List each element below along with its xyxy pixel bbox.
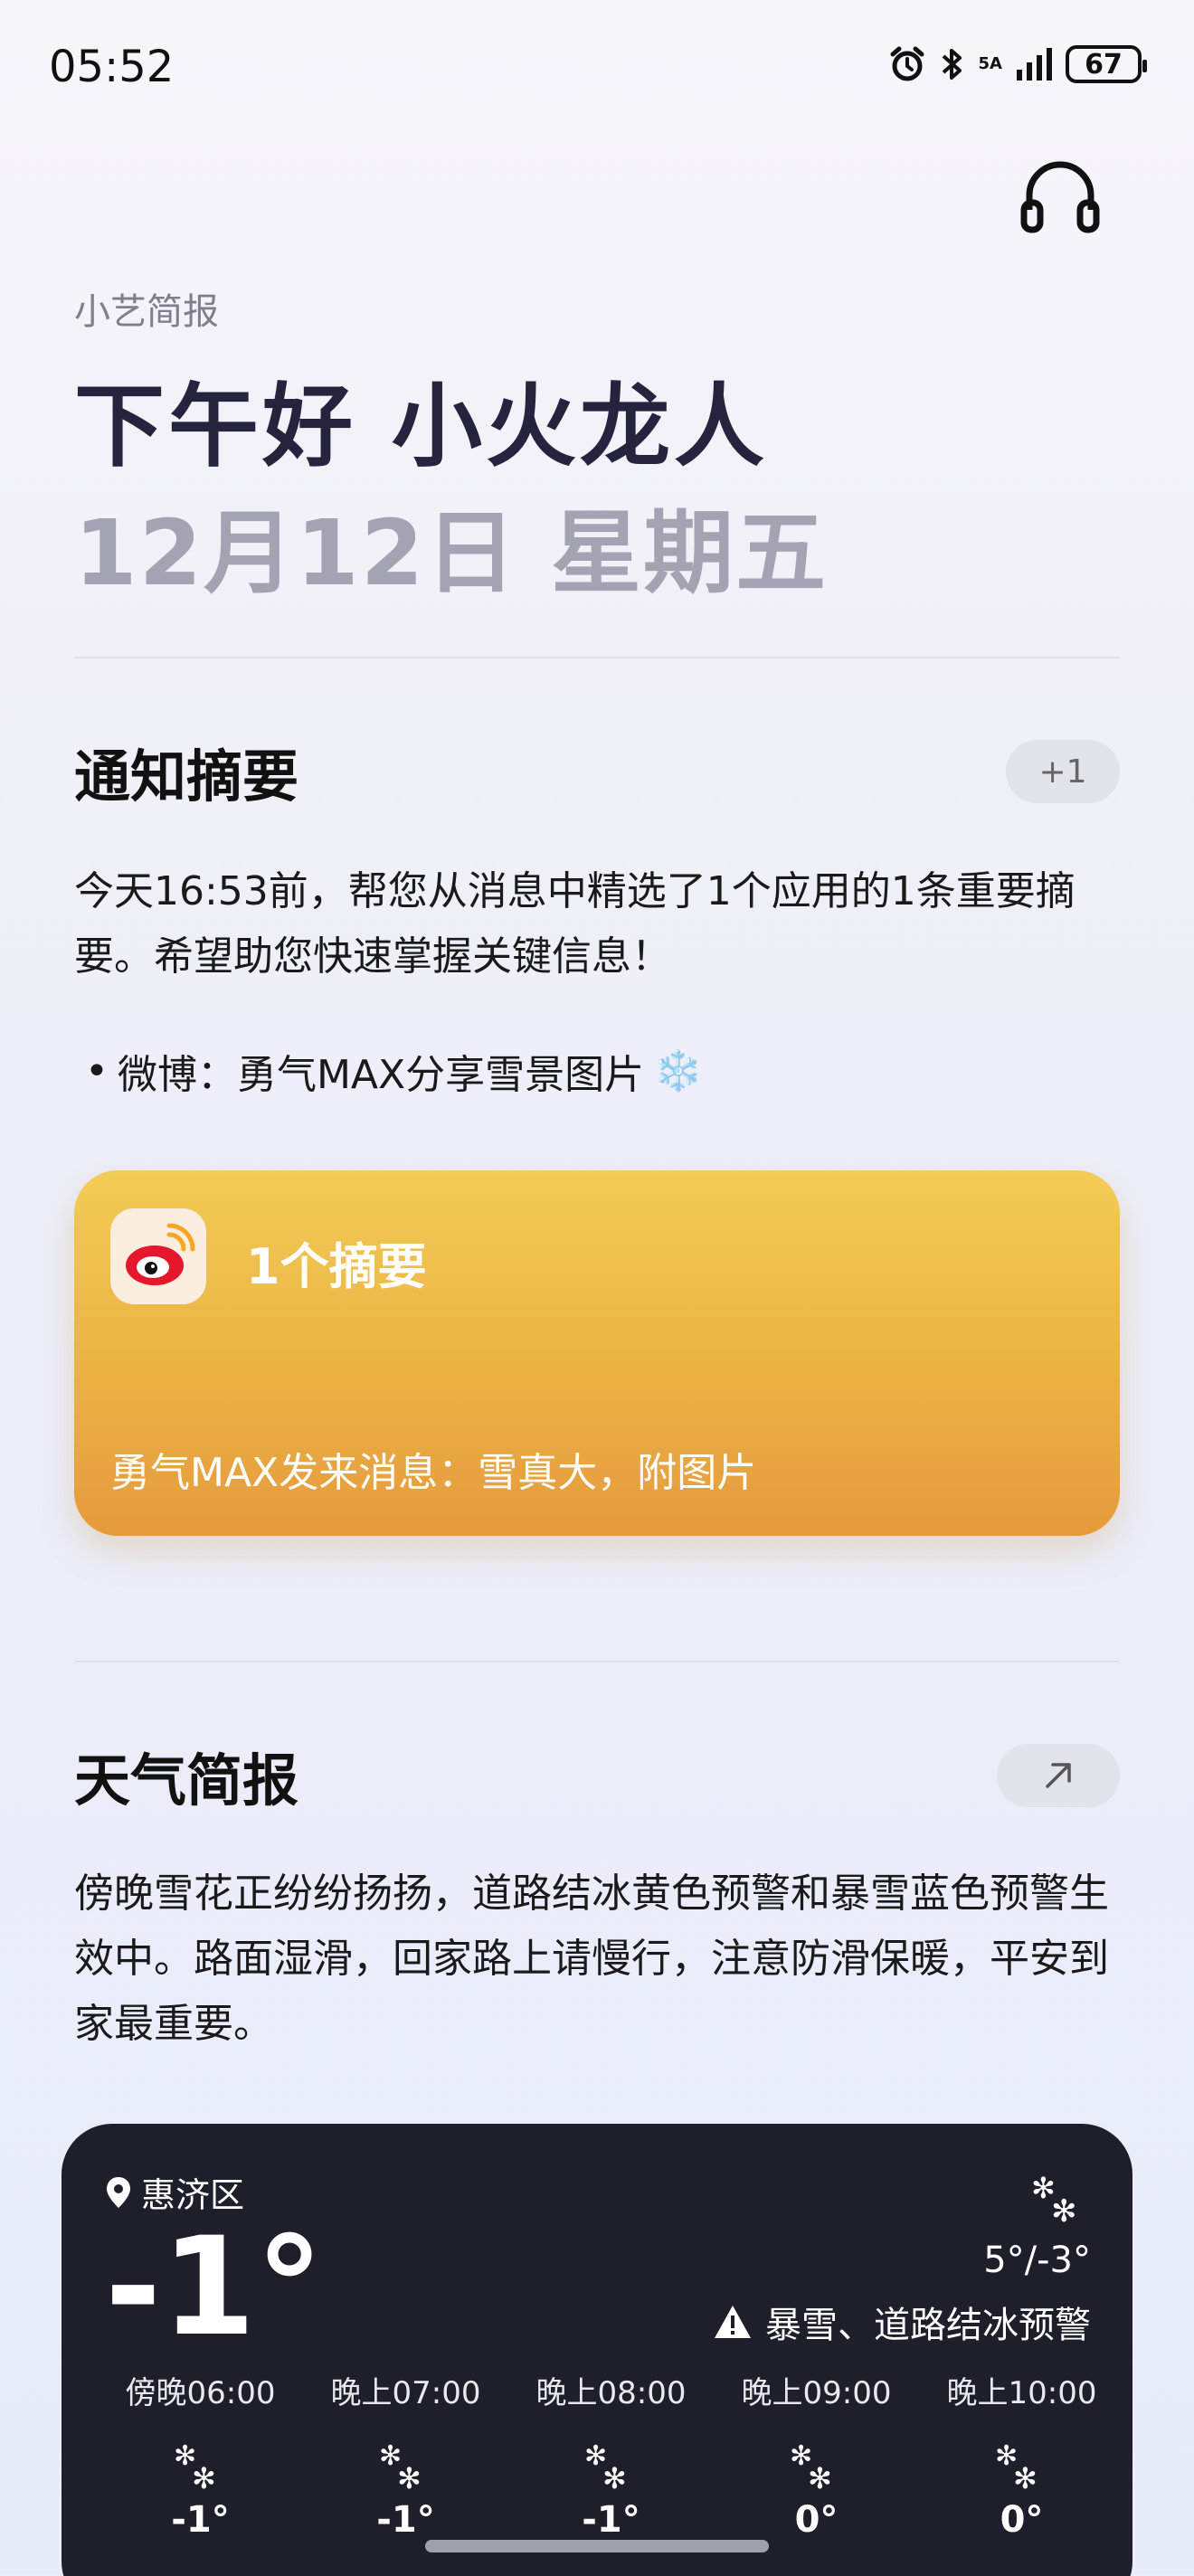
headphones-button[interactable] bbox=[1017, 152, 1104, 239]
temperature-range: 5°/-3° bbox=[983, 2240, 1091, 2281]
hour-time: 傍晚06:00 bbox=[125, 2375, 276, 2411]
bullet-dot: • bbox=[85, 1047, 109, 1094]
status-time: 05:52 bbox=[49, 42, 175, 92]
battery-indicator: 67 bbox=[1066, 45, 1147, 83]
network-type-label: 5A bbox=[978, 54, 1002, 73]
bluetooth-icon bbox=[939, 45, 966, 83]
notification-section-title: 通知摘要 bbox=[74, 743, 299, 810]
divider bbox=[74, 1661, 1120, 1662]
hour-time: 晚上07:00 bbox=[330, 2375, 481, 2411]
signal-icon bbox=[1017, 48, 1053, 80]
hour-temp: -1° bbox=[171, 2499, 230, 2541]
svg-text:✻: ✻ bbox=[192, 2461, 216, 2492]
current-temperature: -1° bbox=[105, 2209, 324, 2366]
weather-open-button[interactable] bbox=[997, 1744, 1120, 1807]
weibo-summary-card[interactable]: 1个摘要 勇气MAX发来消息：雪真大，附图片 bbox=[74, 1170, 1120, 1536]
svg-text:✻: ✻ bbox=[808, 2461, 832, 2492]
card-message: 勇气MAX发来消息：雪真大，附图片 bbox=[110, 1450, 757, 1496]
snow-icon: ✻ ✻ bbox=[172, 2438, 230, 2496]
arrow-up-right-icon bbox=[1046, 1763, 1071, 1788]
warning-text: 暴雪、道路结冰预警 bbox=[765, 2305, 1091, 2346]
notification-count-badge[interactable]: +1 bbox=[1006, 740, 1120, 803]
status-bar: 05:52 5A 67 bbox=[0, 0, 1194, 136]
alarm-icon bbox=[888, 45, 926, 83]
svg-text:✻: ✻ bbox=[397, 2461, 422, 2492]
notification-bullet: • 微博：勇气MAX分享雪景图片 ❄️ bbox=[85, 1042, 703, 1100]
svg-text:✻: ✻ bbox=[602, 2461, 627, 2492]
hourly-item: 晚上09:00 ✻ ✻ 0° bbox=[714, 2368, 919, 2541]
hourly-item: 傍晚06:00 ✻ ✻ -1° bbox=[98, 2368, 303, 2541]
status-icons: 5A 67 bbox=[888, 45, 1147, 83]
headphones-icon bbox=[1020, 161, 1100, 233]
brief-label: 小艺简报 bbox=[74, 291, 219, 333]
snow-icon: ✻ ✻ bbox=[583, 2438, 640, 2496]
date-title: 12月12日 星期五 bbox=[74, 500, 829, 606]
hourly-item: 晚上10:00 ✻ ✻ 0° bbox=[919, 2368, 1124, 2541]
weather-summary-text: 傍晚雪花正纷纷扬扬，道路结冰黄色预警和暴雪蓝色预警生效中。路面湿滑，回家路上请慢… bbox=[74, 1870, 1109, 2047]
snow-icon: ✻ ✻ bbox=[788, 2438, 846, 2496]
snow-icon: ✻ ✻ bbox=[993, 2438, 1051, 2496]
weather-section-title: 天气简报 bbox=[74, 1747, 299, 1814]
snow-icon: ✻ ✻ bbox=[377, 2438, 435, 2496]
greeting-title: 下午好 小火龙人 bbox=[74, 374, 768, 479]
hour-time: 晚上08:00 bbox=[535, 2375, 687, 2411]
divider bbox=[74, 657, 1120, 658]
weather-warning: 暴雪、道路结冰预警 bbox=[713, 2296, 1091, 2348]
home-indicator[interactable] bbox=[425, 2540, 769, 2552]
hour-temp: 0° bbox=[794, 2499, 839, 2541]
location-pin-icon bbox=[107, 2176, 130, 2208]
hour-temp: -1° bbox=[376, 2499, 435, 2541]
hourly-item: 晚上08:00 ✻ ✻ -1° bbox=[508, 2368, 714, 2541]
hour-time: 晚上09:00 bbox=[741, 2375, 892, 2411]
hour-temp: -1° bbox=[582, 2499, 640, 2541]
svg-text:✻: ✻ bbox=[1051, 2193, 1077, 2223]
weather-card[interactable]: 惠济区 -1° ✻ ✻ 5°/-3° 暴雪、道路结冰预警 傍晚06:00 ✻ ✻ -… bbox=[62, 2124, 1132, 2576]
weibo-icon bbox=[110, 1208, 206, 1304]
card-title: 1个摘要 bbox=[246, 1238, 427, 1295]
hourly-forecast: 傍晚06:00 ✻ ✻ -1° 晚上07:00 ✻ ✻ -1° 晚上08:00 ✻ ✻… bbox=[62, 2368, 1132, 2541]
hour-temp: 0° bbox=[1000, 2499, 1044, 2541]
snowflake-emoji: ❄️ bbox=[653, 1048, 703, 1094]
svg-text:✻: ✻ bbox=[1013, 2461, 1038, 2492]
notification-bullet-text: 微博：勇气MAX分享雪景图片 bbox=[117, 1052, 645, 1098]
notification-summary-text: 今天16:53前，帮您从消息中精选了1个应用的1条重要摘要。希望助您快速掌握关键… bbox=[74, 868, 1076, 980]
warning-icon bbox=[715, 2306, 751, 2338]
hourly-item: 晚上07:00 ✻ ✻ -1° bbox=[303, 2368, 508, 2541]
snow-icon: ✻ ✻ bbox=[1029, 2171, 1087, 2230]
hour-time: 晚上10:00 bbox=[946, 2375, 1097, 2411]
